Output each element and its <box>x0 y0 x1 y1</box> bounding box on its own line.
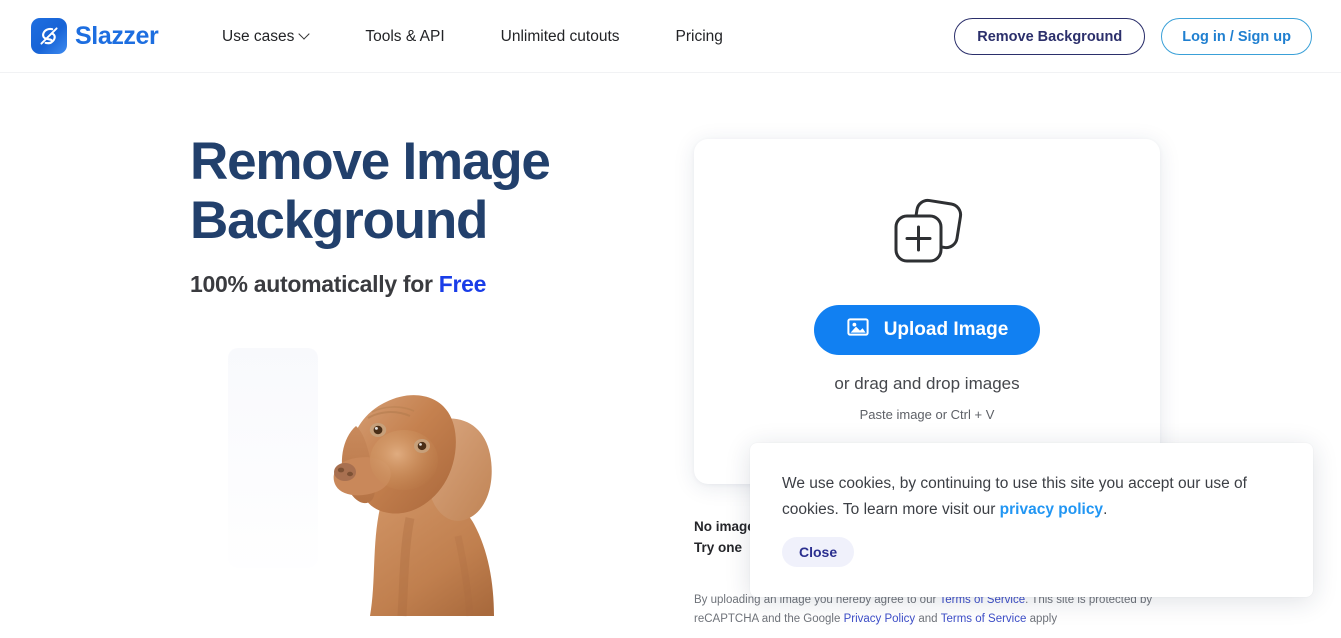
hero-subtitle-highlight: Free <box>438 270 487 297</box>
add-images-icon <box>887 194 967 279</box>
main-nav: Use cases Tools & API Unlimited cutouts … <box>222 0 723 73</box>
paste-hint: Paste image or Ctrl + V <box>859 407 995 422</box>
vizsla-dog-cutout <box>318 368 578 638</box>
slazzer-logo-icon <box>31 18 67 54</box>
hero-subtitle-text: 100% automatically for <box>190 270 439 297</box>
legal-text-4: apply <box>1026 612 1058 625</box>
nav-item-use-cases[interactable]: Use cases <box>222 28 309 46</box>
nav-item-pricing[interactable]: Pricing <box>676 28 723 46</box>
page-root: Slazzer Use cases Tools & API Unlimited … <box>0 0 1341 638</box>
brand-logo[interactable]: Slazzer <box>31 18 159 54</box>
background-fade-panel <box>228 348 318 568</box>
nav-label: Pricing <box>675 27 723 45</box>
brand-name: Slazzer <box>75 21 159 50</box>
page-title-line2: Background <box>190 191 488 251</box>
legal-text-3: and <box>915 612 941 625</box>
nav-label: Use cases <box>222 27 295 45</box>
upload-image-button[interactable]: Upload Image <box>814 305 1040 355</box>
hero-subtitle: 100% automatically for Free <box>190 271 710 298</box>
nav-item-unlimited-cutouts[interactable]: Unlimited cutouts <box>501 28 620 46</box>
cookie-message-period: . <box>1103 501 1108 519</box>
chevron-down-icon <box>300 30 309 39</box>
cookie-consent-banner: We use cookies, by continuing to use thi… <box>750 443 1313 597</box>
page-title: Remove Image Background <box>190 132 710 251</box>
site-header: Slazzer Use cases Tools & API Unlimited … <box>0 0 1341 73</box>
terms-of-service-link-2[interactable]: Terms of Service <box>941 613 1027 625</box>
cookie-message: We use cookies, by continuing to use thi… <box>782 471 1282 523</box>
upload-dropzone-card[interactable]: Upload Image or drag and drop images Pas… <box>694 139 1160 484</box>
privacy-policy-link[interactable]: privacy policy <box>1000 501 1103 518</box>
nav-label: Unlimited cutouts <box>500 27 620 45</box>
hero-section: Remove Image Background 100% automatical… <box>190 132 710 298</box>
page-title-line1: Remove Image <box>190 132 551 191</box>
header-actions: Remove Background Log in / Sign up <box>954 18 1312 55</box>
remove-background-button[interactable]: Remove Background <box>954 18 1146 55</box>
login-signup-button[interactable]: Log in / Sign up <box>1161 18 1312 55</box>
cookie-close-button[interactable]: Close <box>782 537 855 568</box>
upload-image-label: Upload Image <box>883 319 1009 340</box>
nav-label: Tools & API <box>365 27 445 45</box>
drag-drop-hint: or drag and drop images <box>834 374 1020 393</box>
image-icon <box>846 315 870 345</box>
google-privacy-policy-link[interactable]: Privacy Policy <box>844 613 916 625</box>
nav-item-tools-api[interactable]: Tools & API <box>365 28 444 46</box>
